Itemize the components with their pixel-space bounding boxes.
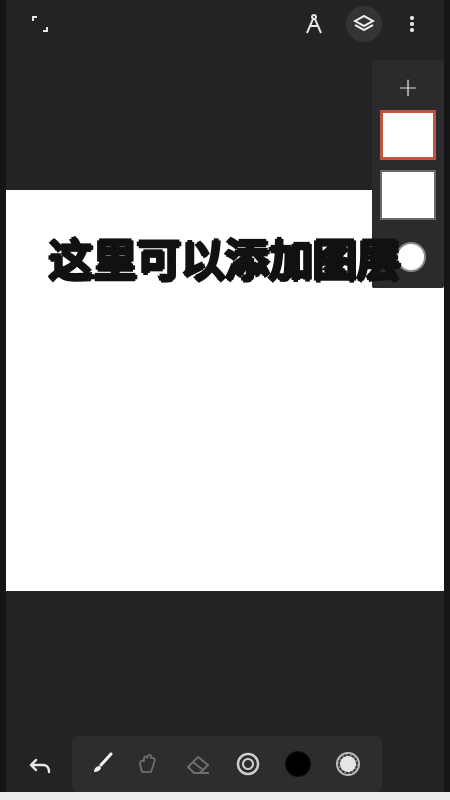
smudge-icon[interactable]: [130, 746, 166, 782]
brush-icon[interactable]: [84, 746, 120, 782]
tool-tray: [72, 736, 382, 792]
bottom-edge: [0, 792, 450, 800]
bottom-toolbar: [0, 736, 450, 792]
layer-thumbnail-selected[interactable]: [380, 110, 436, 160]
add-layer-button[interactable]: +: [372, 68, 444, 108]
ruler-compass-icon[interactable]: [298, 8, 330, 40]
color-icon[interactable]: [280, 746, 316, 782]
layer-visibility-toggle[interactable]: [396, 242, 426, 272]
frame-edge-right: [444, 0, 450, 800]
brush-size-icon[interactable]: [230, 746, 266, 782]
more-vert-icon[interactable]: [396, 8, 428, 40]
layers-icon[interactable]: [346, 6, 382, 42]
top-toolbar: [0, 0, 450, 48]
opacity-icon[interactable]: [330, 746, 366, 782]
eraser-icon[interactable]: [180, 746, 216, 782]
undo-icon[interactable]: [22, 748, 58, 784]
layer-thumbnail[interactable]: [380, 170, 436, 220]
fullscreen-icon[interactable]: [24, 8, 56, 40]
